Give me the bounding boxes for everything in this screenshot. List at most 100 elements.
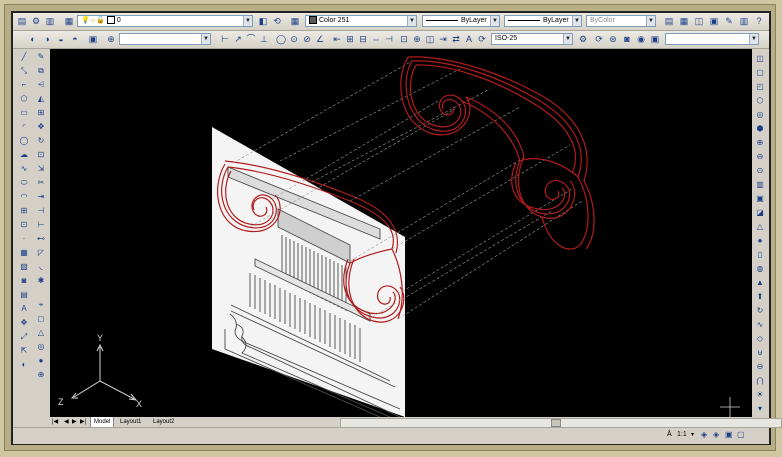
center-mark-icon[interactable]: ⊕	[411, 33, 423, 45]
named-views-icon[interactable]: ▣	[87, 33, 99, 45]
sphere-icon[interactable]: ●	[754, 235, 766, 246]
camera-icon[interactable]: ◙	[621, 33, 633, 45]
region-icon[interactable]: ◙	[18, 275, 30, 286]
angular-icon[interactable]: ∠	[314, 33, 326, 45]
properties-icon[interactable]: ▤	[663, 15, 675, 27]
offset-icon[interactable]: ◭	[35, 93, 47, 104]
union-icon[interactable]: ⊎	[754, 347, 766, 358]
gradient-icon[interactable]: ▧	[18, 261, 30, 272]
cylinder-icon[interactable]: ▯	[754, 249, 766, 260]
zoom-dynamic-icon[interactable]: ◰	[754, 81, 766, 92]
fly-icon[interactable]: ▣	[649, 33, 661, 45]
ellipse-icon[interactable]: ⬭	[18, 177, 30, 188]
linear-dimension-icon[interactable]: ⊢	[219, 33, 231, 45]
stretch-icon[interactable]: ⇱	[18, 345, 30, 356]
tool-palettes-icon[interactable]: ◫	[693, 15, 705, 27]
shade-hidden-icon[interactable]: ◑	[41, 33, 53, 45]
multiline-text-icon[interactable]: A	[18, 303, 30, 314]
annotation-scale-icon[interactable]: Å	[667, 431, 672, 438]
snap-from-icon[interactable]: ⌖	[35, 299, 47, 310]
break-icon[interactable]: ⊣	[383, 33, 395, 45]
walk-icon[interactable]: ◉	[635, 33, 647, 45]
quick-dimension-icon[interactable]: ⇤	[331, 33, 343, 45]
scrollbar-thumb[interactable]	[551, 419, 561, 427]
cone-icon[interactable]: △	[754, 221, 766, 232]
tab-layout2[interactable]: Layout2	[153, 417, 174, 427]
zoom-realtime-icon[interactable]: ◫	[754, 53, 766, 64]
stretch-tool-icon[interactable]: ⇲	[35, 163, 47, 174]
lock-toolbar-icon[interactable]: ▣	[725, 430, 733, 439]
radius-icon[interactable]: ◯	[275, 33, 287, 45]
arc-icon[interactable]: ◜	[18, 121, 30, 132]
ucs-icon[interactable]: ⊕	[105, 33, 117, 45]
help-icon[interactable]: ?	[753, 15, 765, 27]
osnap-settings-icon[interactable]: ⊕	[35, 369, 47, 380]
diameter-icon[interactable]: ⊘	[301, 33, 313, 45]
tolerance-icon[interactable]: ⊡	[398, 33, 410, 45]
tab-nav-last-icon[interactable]: ▶|	[80, 417, 86, 427]
insert-block-icon[interactable]: ⊞	[18, 205, 30, 216]
zoom-out-icon[interactable]: ⊖	[754, 151, 766, 162]
dimstyle-dropdown[interactable]: ISO-25 ▼	[491, 33, 573, 45]
pyramid-icon[interactable]: ▲	[754, 277, 766, 288]
box-icon[interactable]: ▣	[754, 193, 766, 204]
polygon-icon[interactable]: ⬠	[18, 93, 30, 104]
point-icon[interactable]: ·	[18, 233, 30, 244]
layer-dropdown[interactable]: 💡☼🔓 0 ▼	[77, 15, 253, 27]
dimension-update-icon[interactable]: ⟳	[476, 33, 488, 45]
ellipse-arc-icon[interactable]: ◠	[18, 191, 30, 202]
chevron-down-icon[interactable]: ▾	[691, 431, 694, 438]
sheet-set-icon[interactable]: ▣	[708, 15, 720, 27]
break-tool-icon[interactable]: ⊢	[35, 219, 47, 230]
color-dropdown[interactable]: Color 251 ▼	[305, 15, 417, 27]
sweep-icon[interactable]: ∿	[754, 319, 766, 330]
zoom-extents-icon[interactable]: ▥	[754, 179, 766, 190]
move-icon[interactable]: ✥	[18, 317, 30, 328]
loft-icon[interactable]: ◇	[754, 333, 766, 344]
construction-line-icon[interactable]: ⤡	[18, 65, 30, 76]
zoom-window-icon[interactable]: ▢	[754, 67, 766, 78]
make-current-layer-icon[interactable]: ◧	[257, 15, 269, 27]
circle-icon[interactable]: ◯	[18, 135, 30, 146]
tab-nav-next-icon[interactable]: ▶	[72, 417, 77, 427]
mirror-icon[interactable]: ⩤	[35, 79, 47, 90]
tab-nav-prev-icon[interactable]: ◀	[64, 417, 69, 427]
space-icon[interactable]: ⇔	[370, 33, 382, 45]
color-ball-icon[interactable]: ●	[35, 355, 47, 366]
extend-icon[interactable]: ⇥	[35, 191, 47, 202]
torus-icon[interactable]: ◍	[754, 263, 766, 274]
continue-icon[interactable]: ⊟	[357, 33, 369, 45]
markup-icon[interactable]: ✎	[723, 15, 735, 27]
view-dropdown[interactable]: ▼	[119, 33, 211, 45]
layer-manager-icon[interactable]: ▤	[16, 15, 28, 27]
lineweight-dropdown[interactable]: ByLayer ▼	[504, 15, 582, 27]
subtract-icon[interactable]: ⊖	[754, 361, 766, 372]
auto-scale-icon[interactable]: ◈	[713, 430, 719, 439]
arc-length-icon[interactable]: ⌒	[245, 33, 257, 45]
zoom-object-icon[interactable]: ⬢	[754, 123, 766, 134]
shade-flat-icon[interactable]: ◒	[55, 33, 67, 45]
shade-gouraud-icon[interactable]: ◓	[69, 33, 81, 45]
orbit-icon[interactable]: ⟳	[593, 33, 605, 45]
revision-cloud-icon[interactable]: ☁	[18, 149, 30, 160]
zoom-in-icon[interactable]: ⊕	[754, 137, 766, 148]
jogged-icon[interactable]: ⊙	[288, 33, 300, 45]
render-icon[interactable]: ☀	[754, 389, 766, 400]
join-icon[interactable]: ⊷	[35, 233, 47, 244]
rotate-icon[interactable]: ↻	[35, 135, 47, 146]
wedge-icon[interactable]: ◪	[754, 207, 766, 218]
make-block-icon[interactable]: ⊡	[18, 219, 30, 230]
zoom-center-icon[interactable]: ◎	[754, 109, 766, 120]
polyline-icon[interactable]: ⌐	[18, 79, 30, 90]
tab-nav-first-icon[interactable]: |◀	[52, 417, 58, 427]
spline-icon[interactable]: ∿	[18, 163, 30, 174]
chamfer-icon[interactable]: ◸	[35, 247, 47, 258]
jogged-linear-icon[interactable]: ⇥	[437, 33, 449, 45]
design-center-icon[interactable]: ▦	[678, 15, 690, 27]
scale-icon[interactable]: ⤢	[18, 331, 30, 342]
visual-style-dropdown[interactable]: ▼	[665, 33, 759, 45]
material-icon[interactable]: ◐	[18, 359, 30, 370]
dimension-text-edit-icon[interactable]: A	[463, 33, 475, 45]
dimension-style-icon[interactable]: ⚙	[577, 33, 589, 45]
layer-previous-icon[interactable]: ▥	[44, 15, 56, 27]
